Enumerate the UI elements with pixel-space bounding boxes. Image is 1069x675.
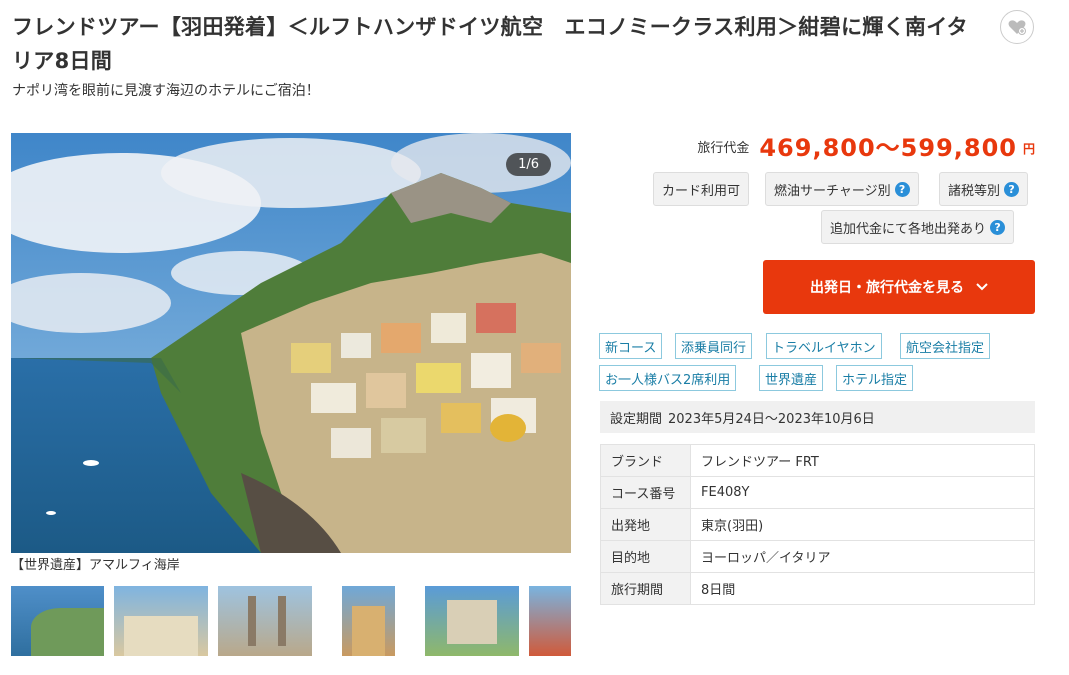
thumbnail-pompeii[interactable] [218,586,312,656]
table-row: 旅行期間 8日間 [600,572,1035,605]
question-circle-icon[interactable]: ? [990,219,1006,235]
row-value: FE408Y [690,476,1035,509]
feature-chip: 添乗員同行 [675,333,753,359]
feature-chip: トラベルイヤホン [766,333,882,359]
card-badge-label: カード利用可 [662,183,741,199]
price-label: 旅行代金 [697,141,750,156]
thumbnail-sea-cliff[interactable] [529,586,571,656]
price-value: 469,800〜599,800 [759,134,1017,162]
period-value: 2023年5月24日〜2023年10月6日 [668,411,875,427]
feature-chip: 世界遺産 [759,365,824,391]
question-circle-icon[interactable]: ? [1004,181,1020,197]
row-value: 東京(羽田) [690,508,1035,541]
period-label: 設定期間 [610,411,663,427]
feature-chip: お一人様バス2席利用 [599,365,737,391]
table-row: コース番号 FE408Y [600,476,1035,509]
main-photo[interactable]: 1/6 [11,133,571,553]
heart-plus-icon [1008,20,1026,35]
view-dates-prices-button[interactable]: 出発日・旅行代金を見る [763,260,1035,314]
thumbnail-alberobello[interactable] [114,586,208,656]
thumbnail-strip [11,586,571,656]
thumbnail-amalfi[interactable] [11,586,104,656]
tax-badge-label: 諸税等別 [948,183,1001,199]
row-value: 8日間 [690,572,1035,605]
feature-chip: 航空会社指定 [900,333,991,359]
table-row: ブランド フレンドツアー FRT [600,444,1035,477]
thumbnail-cathedral[interactable] [342,586,395,656]
thumbnail-castel-del-monte[interactable] [425,586,519,656]
row-key: 出発地 [600,508,691,541]
extra-departure-badge[interactable]: 追加代金にて各地出発あり? [821,210,1015,244]
card-badge: カード利用可 [653,172,750,206]
image-caption: 【世界遺産】アマルフィ海岸 [11,558,180,573]
image-counter: 1/6 [506,153,551,176]
row-key: コース番号 [600,476,691,509]
row-key: 旅行期間 [600,572,691,605]
chevron-down-icon [976,283,988,291]
price-row: 旅行代金 469,800〜599,800 円 [600,128,1035,163]
fuel-surcharge-badge[interactable]: 燃油サーチャージ別? [765,172,919,206]
favorite-button[interactable] [1000,10,1034,44]
question-circle-icon[interactable]: ? [894,181,910,197]
feature-chip: 新コース [599,333,663,359]
feature-chip: ホテル指定 [836,365,914,391]
row-value: フレンドツアー FRT [690,444,1035,477]
subtitle: ナポリ湾を眼前に見渡す海辺のホテルにご宿泊！ [12,83,320,99]
extra-badge-label: 追加代金にて各地出発あり [830,221,987,237]
setting-period: 設定期間 2023年5月24日〜2023年10月6日 [600,401,1035,433]
row-key: 目的地 [600,540,691,573]
row-key: ブランド [600,444,691,477]
price-unit: 円 [1022,142,1035,156]
table-row: 目的地 ヨーロッパ／イタリア [600,540,1035,573]
fuel-badge-label: 燃油サーチャージ別 [774,183,891,199]
cta-label: 出発日・旅行代金を見る [810,280,964,296]
amalfi-coast-image [11,133,571,553]
page-title: フレンドツアー【羽田発着】＜ルフトハンザドイツ航空 エコノミークラス利用＞紺碧に… [12,15,968,73]
row-value: ヨーロッパ／イタリア [690,540,1035,573]
tax-badge[interactable]: 諸税等別? [939,172,1029,206]
tour-info-table: ブランド フレンドツアー FRT コース番号 FE408Y 出発地 東京(羽田) 目的… [600,444,1035,605]
table-row: 出発地 東京(羽田) [600,508,1035,541]
